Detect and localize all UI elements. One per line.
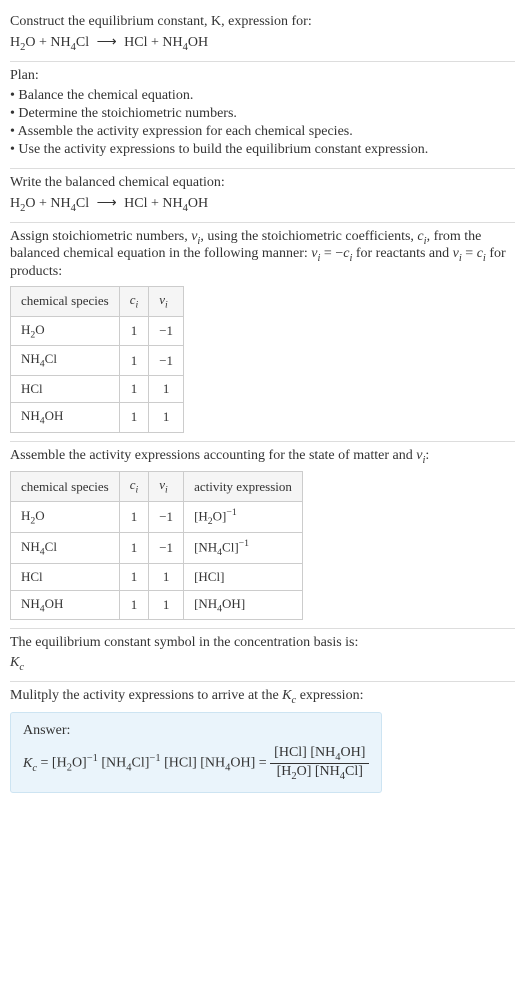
intro-section: Construct the equilibrium constant, K, e… <box>10 8 515 59</box>
cell-species: H2O <box>11 316 120 346</box>
plan-list: • Balance the chemical equation. • Deter… <box>10 88 515 158</box>
cell-v: −1 <box>149 346 184 376</box>
answer-label: Answer: <box>23 723 369 739</box>
symbol-value: Kc <box>10 655 515 673</box>
cell-c: 1 <box>119 316 149 346</box>
table-row: NH4Cl 1 −1 <box>11 346 184 376</box>
cell-c: 1 <box>119 532 149 563</box>
table-row: NH4OH 1 1 <box>11 402 184 432</box>
multiply-heading: Mulitply the activity expressions to arr… <box>10 688 515 706</box>
cell-c: 1 <box>119 501 149 532</box>
plan-section: Plan: • Balance the chemical equation. •… <box>10 61 515 166</box>
col-activity: activity expression <box>184 472 303 502</box>
cell-activity: [NH4OH] <box>184 590 303 620</box>
cell-species: HCl <box>11 375 120 402</box>
cell-species: H2O <box>11 501 120 532</box>
cell-c: 1 <box>119 375 149 402</box>
table-header-row: chemical species ci νi <box>11 287 184 317</box>
col-species: chemical species <box>11 472 120 502</box>
cell-c: 1 <box>119 563 149 590</box>
table-row: HCl 1 1 <box>11 375 184 402</box>
intro-equation: H2O + NH4Cl ⟶ HCl + NH4OH <box>10 34 515 53</box>
balanced-equation: H2O + NH4Cl ⟶ HCl + NH4OH <box>10 195 515 214</box>
symbol-section: The equilibrium constant symbol in the c… <box>10 628 515 679</box>
plan-item: • Balance the chemical equation. <box>10 88 515 104</box>
multiply-section: Mulitply the activity expressions to arr… <box>10 681 515 798</box>
cell-species: NH4Cl <box>11 346 120 376</box>
symbol-heading: The equilibrium constant symbol in the c… <box>10 635 515 651</box>
table-row: HCl 1 1 [HCl] <box>11 563 303 590</box>
cell-c: 1 <box>119 402 149 432</box>
activity-table: chemical species ci νi activity expressi… <box>10 471 303 620</box>
col-species: chemical species <box>11 287 120 317</box>
cell-activity: [NH4Cl]−1 <box>184 532 303 563</box>
cell-species: NH4Cl <box>11 532 120 563</box>
cell-species: NH4OH <box>11 590 120 620</box>
plan-item: • Use the activity expressions to build … <box>10 142 515 158</box>
cell-v: −1 <box>149 532 184 563</box>
cell-species: NH4OH <box>11 402 120 432</box>
stoich-heading: Assign stoichiometric numbers, νi, using… <box>10 229 515 281</box>
answer-expression: Kc = [H2O]−1 [NH4Cl]−1 [HCl] [NH4OH] = [… <box>23 745 369 782</box>
plan-item: • Determine the stoichiometric numbers. <box>10 106 515 122</box>
col-ci: ci <box>119 287 149 317</box>
col-ci: ci <box>119 472 149 502</box>
cell-v: 1 <box>149 590 184 620</box>
table-row: H2O 1 −1 <box>11 316 184 346</box>
col-vi: νi <box>149 472 184 502</box>
stoich-table: chemical species ci νi H2O 1 −1 NH4Cl 1 … <box>10 286 184 432</box>
intro-line: Construct the equilibrium constant, K, e… <box>10 14 515 30</box>
cell-activity: [H2O]−1 <box>184 501 303 532</box>
cell-v: 1 <box>149 563 184 590</box>
balanced-section: Write the balanced chemical equation: H2… <box>10 168 515 220</box>
answer-box: Answer: Kc = [H2O]−1 [NH4Cl]−1 [HCl] [NH… <box>10 712 382 793</box>
plan-item: • Assemble the activity expression for e… <box>10 124 515 140</box>
plan-heading: Plan: <box>10 68 515 84</box>
table-row: NH4Cl 1 −1 [NH4Cl]−1 <box>11 532 303 563</box>
table-header-row: chemical species ci νi activity expressi… <box>11 472 303 502</box>
balanced-heading: Write the balanced chemical equation: <box>10 175 515 191</box>
cell-v: −1 <box>149 501 184 532</box>
cell-activity: [HCl] <box>184 563 303 590</box>
cell-v: −1 <box>149 316 184 346</box>
table-row: NH4OH 1 1 [NH4OH] <box>11 590 303 620</box>
cell-c: 1 <box>119 346 149 376</box>
table-row: H2O 1 −1 [H2O]−1 <box>11 501 303 532</box>
cell-c: 1 <box>119 590 149 620</box>
activity-heading: Assemble the activity expressions accoun… <box>10 448 515 466</box>
activity-section: Assemble the activity expressions accoun… <box>10 441 515 627</box>
cell-v: 1 <box>149 402 184 432</box>
col-vi: νi <box>149 287 184 317</box>
stoich-section: Assign stoichiometric numbers, νi, using… <box>10 222 515 439</box>
cell-v: 1 <box>149 375 184 402</box>
cell-species: HCl <box>11 563 120 590</box>
